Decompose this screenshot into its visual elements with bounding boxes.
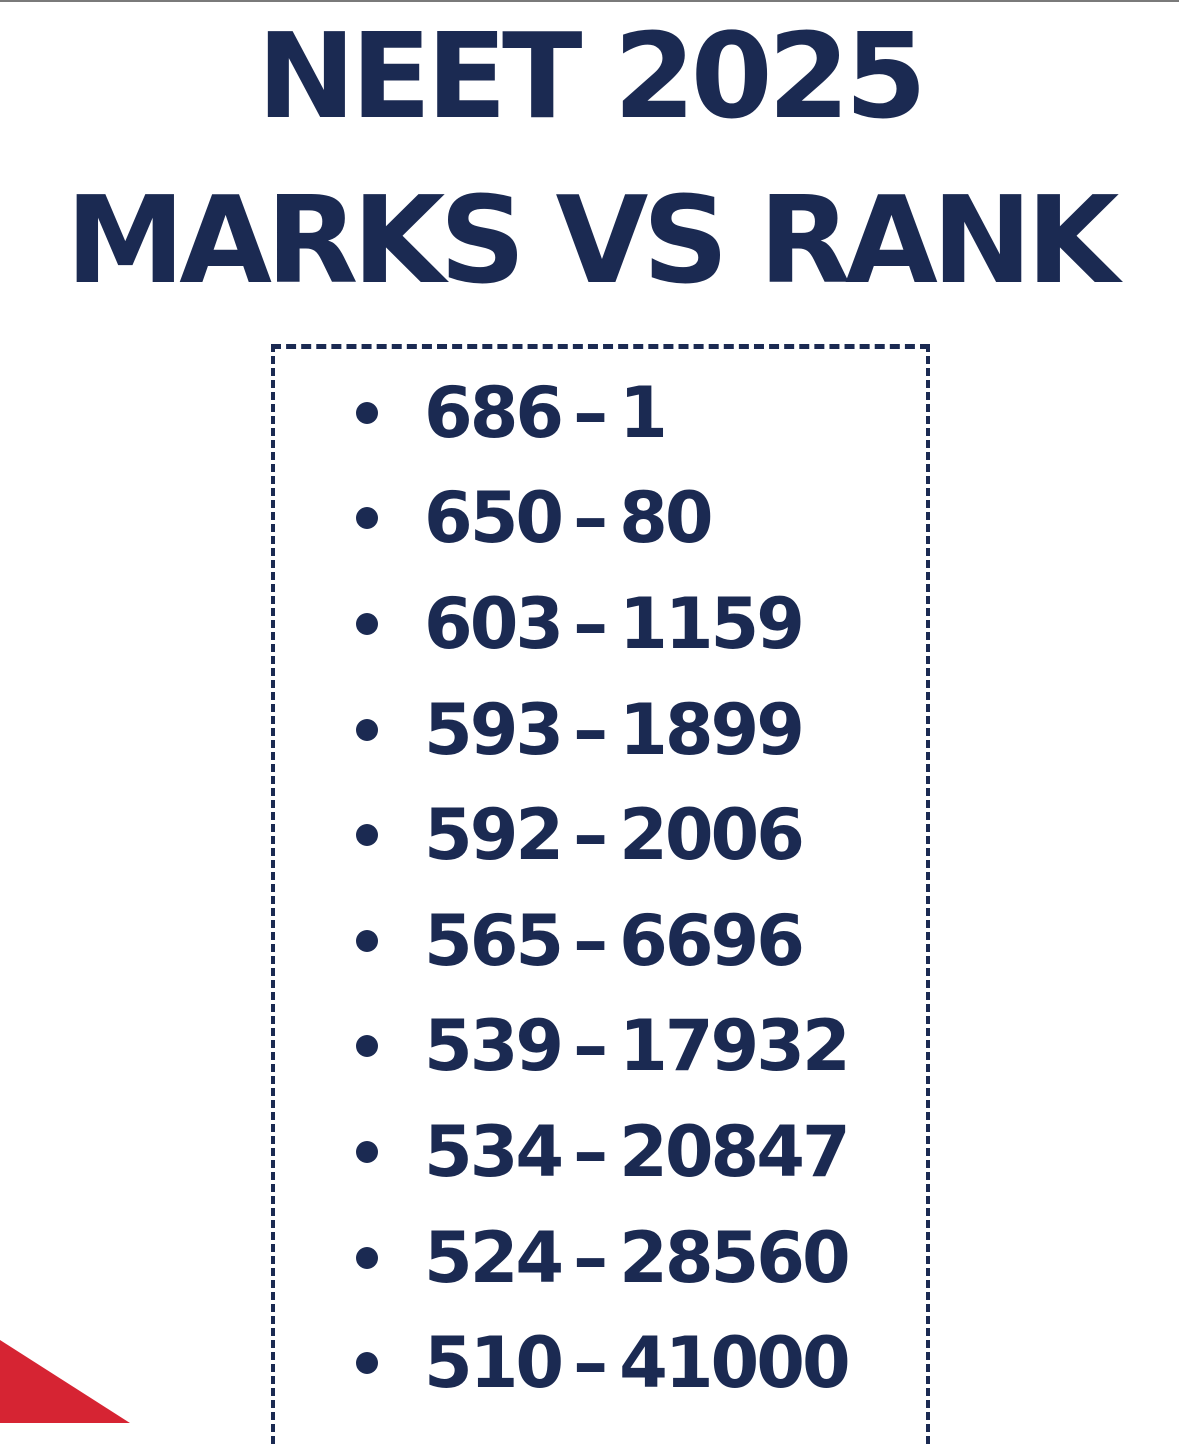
title-line-2: MARKS VS RANK <box>65 172 1120 311</box>
red-triangle-decoration <box>0 1340 130 1423</box>
rank-value: 6696 <box>619 899 805 982</box>
marks-value: 534 <box>424 1110 564 1193</box>
marks-value: 686 <box>424 371 564 454</box>
marks-rank-list: 686 – 1 650 – 80 603 – 1159 593 – 1899 5… <box>356 360 851 1416</box>
title-line-1: NEET 2025 <box>257 7 927 145</box>
bullet-dot-icon <box>356 1352 378 1375</box>
bullet-dot-icon <box>356 612 378 635</box>
marks-value: 539 <box>424 1005 564 1088</box>
list-item: 603 – 1159 <box>356 571 848 677</box>
bullet-dot-icon <box>356 718 378 741</box>
top-divider <box>0 0 1179 2</box>
list-item: 565 – 6696 <box>356 888 848 994</box>
list-item: 539 – 17932 <box>356 994 851 1100</box>
bullet-dot-icon <box>356 401 378 424</box>
bullet-dot-icon <box>356 929 378 952</box>
bullet-dot-icon <box>356 1246 378 1269</box>
list-item: 686 – 1 <box>356 360 848 466</box>
list-item: 524 – 28560 <box>356 1205 851 1311</box>
marks-value: 650 <box>424 477 564 560</box>
separator: – <box>573 899 608 982</box>
red-triangle-shape <box>0 1340 130 1423</box>
marks-value: 593 <box>424 688 564 771</box>
list-item: 650 – 80 <box>356 466 848 572</box>
rank-value: 80 <box>619 477 713 560</box>
bullet-dot-icon <box>356 824 378 847</box>
marks-value: 510 <box>424 1322 564 1405</box>
rank-value: 1159 <box>619 582 805 665</box>
bullet-dot-icon <box>356 507 378 530</box>
list-item: 592 – 2006 <box>356 782 848 888</box>
marks-value: 565 <box>424 899 564 982</box>
bullet-dot-icon <box>356 1140 378 1163</box>
separator: – <box>573 1005 608 1088</box>
marks-value: 524 <box>424 1216 564 1299</box>
separator: – <box>573 1216 608 1299</box>
rank-value: 1899 <box>619 688 805 771</box>
list-item: 510 – 41000 <box>356 1310 851 1416</box>
separator: – <box>573 1322 608 1405</box>
list-item: 534 – 20847 <box>356 1099 851 1205</box>
rank-value: 20847 <box>619 1110 851 1193</box>
rank-value: 28560 <box>619 1216 851 1299</box>
separator: – <box>573 794 608 877</box>
separator: – <box>573 371 608 454</box>
list-item: 593 – 1899 <box>356 677 848 783</box>
rank-value: 41000 <box>619 1322 851 1405</box>
separator: – <box>573 688 608 771</box>
rank-value: 1 <box>619 371 668 454</box>
separator: – <box>573 1110 608 1193</box>
bullet-dot-icon <box>356 1035 378 1058</box>
separator: – <box>573 582 608 665</box>
marks-value: 603 <box>424 582 564 665</box>
rank-value: 2006 <box>619 794 805 877</box>
rank-value: 17932 <box>619 1005 851 1088</box>
marks-value: 592 <box>424 794 564 877</box>
separator: – <box>573 477 608 560</box>
